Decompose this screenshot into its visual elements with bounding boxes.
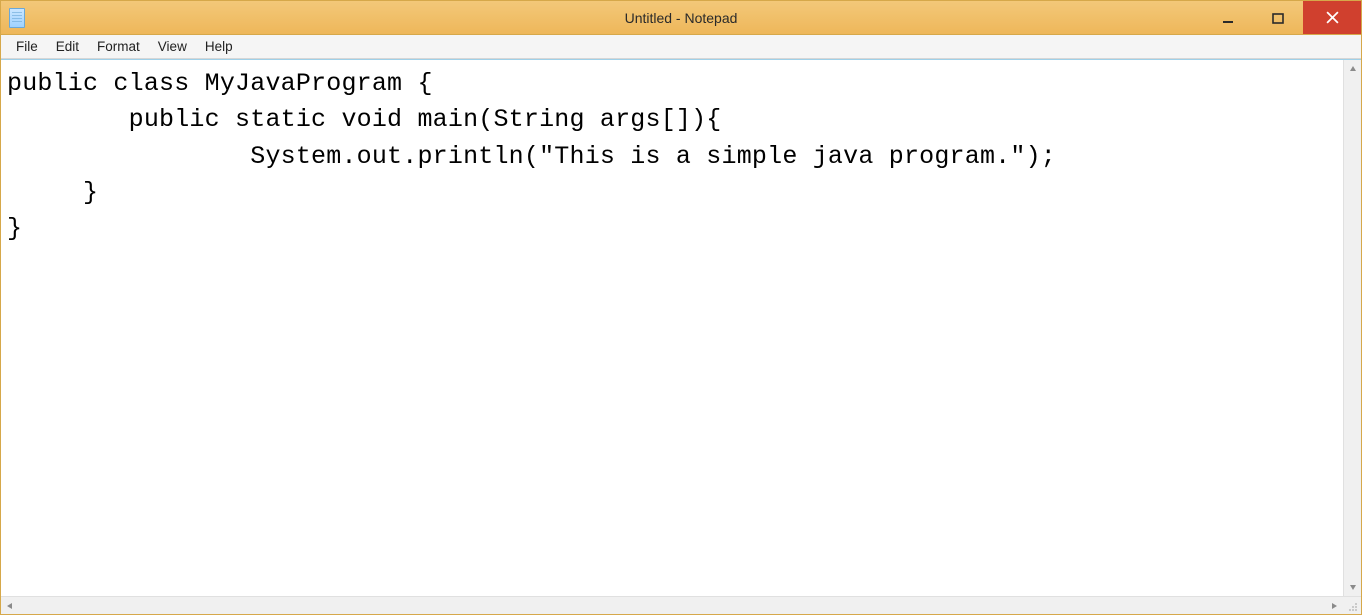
content-area: public class MyJavaProgram { public stat… (1, 59, 1361, 596)
scroll-down-arrow-icon[interactable] (1344, 578, 1361, 596)
menu-file[interactable]: File (7, 37, 47, 56)
scroll-left-arrow-icon[interactable] (1, 597, 19, 614)
resize-grip-icon[interactable] (1343, 597, 1361, 614)
text-editor[interactable]: public class MyJavaProgram { public stat… (1, 60, 1343, 596)
menu-edit[interactable]: Edit (47, 37, 88, 56)
menu-view[interactable]: View (149, 37, 196, 56)
window-title: Untitled - Notepad (1, 10, 1361, 26)
notepad-window: Untitled - Notepad File Edit Format View… (0, 0, 1362, 615)
minimize-button[interactable] (1203, 1, 1253, 34)
minimize-icon (1222, 12, 1234, 24)
maximize-button[interactable] (1253, 1, 1303, 34)
title-bar[interactable]: Untitled - Notepad (1, 1, 1361, 35)
window-controls (1203, 1, 1361, 34)
scroll-right-arrow-icon[interactable] (1325, 597, 1343, 614)
vertical-scrollbar[interactable] (1343, 60, 1361, 596)
menu-bar: File Edit Format View Help (1, 35, 1361, 59)
notepad-icon (9, 8, 25, 28)
menu-format[interactable]: Format (88, 37, 149, 56)
horizontal-scrollbar[interactable] (1, 596, 1361, 614)
menu-help[interactable]: Help (196, 37, 242, 56)
close-icon (1326, 11, 1339, 24)
close-button[interactable] (1303, 1, 1361, 34)
horizontal-scroll-track[interactable] (19, 597, 1325, 614)
scroll-up-arrow-icon[interactable] (1344, 60, 1361, 78)
vertical-scroll-track[interactable] (1344, 78, 1361, 578)
maximize-icon (1272, 12, 1284, 24)
